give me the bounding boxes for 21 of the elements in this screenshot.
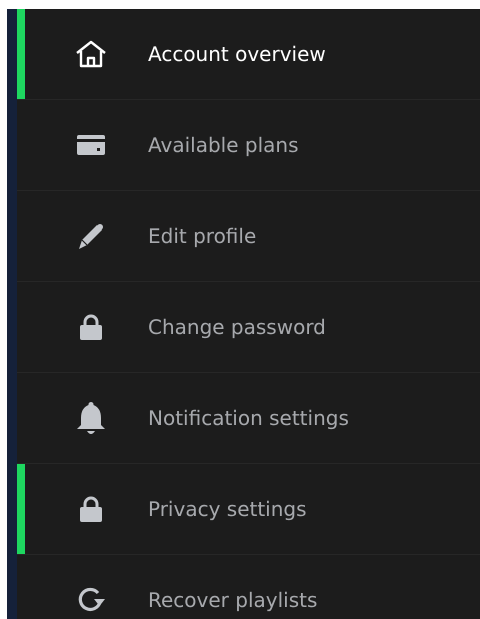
bell-icon: [75, 401, 107, 435]
menu-item[interactable]: Change password: [17, 282, 480, 373]
menu-item-label: Available plans: [148, 133, 298, 157]
menu-item[interactable]: Account overview: [17, 9, 480, 100]
menu-item-label: Notification settings: [148, 406, 349, 430]
menu-item-label: Account overview: [148, 42, 326, 66]
menu-item[interactable]: Notification settings: [17, 373, 480, 464]
menu-item-label: Privacy settings: [148, 497, 307, 521]
lock-icon: [79, 313, 103, 341]
pencil-icon: [76, 221, 106, 251]
menu-item[interactable]: Edit profile: [17, 191, 480, 282]
menu-item-label: Recover playlists: [148, 588, 318, 612]
menu-item-label: Change password: [148, 315, 326, 339]
credit-card-icon: [75, 135, 107, 155]
refresh-icon: [76, 586, 106, 614]
home-icon: [75, 40, 107, 68]
menu-item[interactable]: Available plans: [17, 100, 480, 191]
menu-item[interactable]: Recover playlists: [17, 555, 480, 619]
menu-item[interactable]: Privacy settings: [17, 464, 480, 555]
menu-item-label: Edit profile: [148, 224, 256, 248]
lock-icon: [79, 495, 103, 523]
